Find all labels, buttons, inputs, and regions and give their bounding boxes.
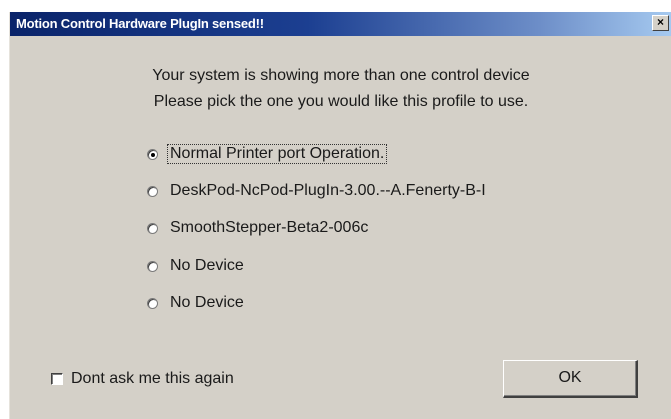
option-label[interactable]: DeskPod-NcPod-PlugIn-3.00.--A.Fenerty-B-… <box>168 182 488 200</box>
title-bar[interactable]: Motion Control Hardware PlugIn sensed!! … <box>10 12 671 36</box>
option-label[interactable]: No Device <box>168 257 246 275</box>
dont-ask-again-label[interactable]: Dont ask me this again <box>71 370 234 388</box>
option-no-device-2[interactable]: No Device <box>147 292 246 314</box>
option-label[interactable]: Normal Printer port Operation. <box>166 144 388 164</box>
radio-button-selected[interactable] <box>147 148 158 160</box>
message-line-1: Your system is showing more than one con… <box>152 67 530 84</box>
radio-button[interactable] <box>147 185 158 197</box>
option-smoothstepper[interactable]: SmoothStepper-Beta2-006c <box>147 217 370 239</box>
ok-button[interactable]: OK <box>503 360 638 398</box>
message-line-2: Please pick the one you would like this … <box>153 93 529 110</box>
option-normal-printer-port[interactable]: Normal Printer port Operation. <box>147 143 388 165</box>
radio-button[interactable] <box>147 222 158 234</box>
radio-button[interactable] <box>147 297 158 309</box>
dialog-title: Motion Control Hardware PlugIn sensed!! <box>16 16 264 31</box>
plugin-dialog: Motion Control Hardware PlugIn sensed!! … <box>9 12 671 419</box>
close-button[interactable]: × <box>652 15 669 31</box>
dont-ask-again-checkbox[interactable] <box>51 373 63 385</box>
dont-ask-again-row[interactable]: Dont ask me this again <box>51 368 234 390</box>
option-no-device-1[interactable]: No Device <box>147 255 246 277</box>
close-icon: × <box>656 15 664 29</box>
option-label[interactable]: SmoothStepper-Beta2-006c <box>168 219 370 237</box>
option-deskpod-ncpod-plugin[interactable]: DeskPod-NcPod-PlugIn-3.00.--A.Fenerty-B-… <box>147 180 488 202</box>
option-label[interactable]: No Device <box>168 294 246 312</box>
radio-button[interactable] <box>147 260 158 272</box>
